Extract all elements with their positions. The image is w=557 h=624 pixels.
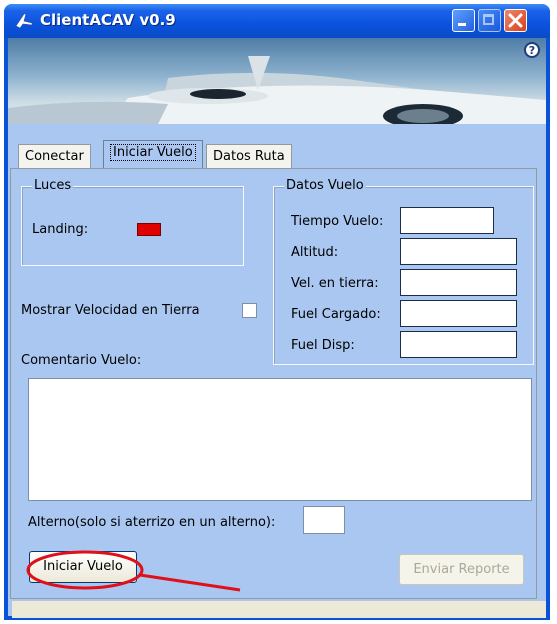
- close-icon: [508, 13, 523, 28]
- comentario-label: Comentario Vuelo:: [21, 353, 142, 368]
- tab-conectar[interactable]: Conectar: [18, 144, 91, 168]
- altitud-label: Altitud:: [291, 245, 339, 260]
- altitud-field[interactable]: [400, 238, 517, 265]
- maximize-button[interactable]: [478, 9, 501, 32]
- iniciar-vuelo-button[interactable]: Iniciar Vuelo: [29, 551, 137, 583]
- mostrar-velocidad-label: Mostrar Velocidad en Tierra: [21, 303, 200, 318]
- datos-vuelo-group: Datos Vuelo Tiempo Vuelo: Altitud: Vel. …: [273, 178, 534, 365]
- tab-iniciar-vuelo[interactable]: Iniciar Vuelo: [103, 140, 203, 169]
- fuel-cargado-label: Fuel Cargado:: [291, 307, 381, 322]
- fuel-cargado-field[interactable]: [400, 300, 517, 327]
- mostrar-velocidad-checkbox[interactable]: [242, 303, 257, 318]
- enviar-reporte-button[interactable]: Enviar Reporte: [399, 554, 524, 585]
- help-icon[interactable]: ?: [524, 42, 540, 58]
- alterno-label: Alterno(solo si aterrizo en un alterno):: [28, 515, 276, 530]
- datos-vuelo-title: Datos Vuelo: [284, 178, 366, 193]
- luces-title: Luces: [32, 178, 74, 193]
- comentario-textarea[interactable]: [28, 378, 532, 501]
- tiempo-vuelo-label: Tiempo Vuelo:: [291, 214, 384, 229]
- title-bar[interactable]: ClientACAV v0.9: [4, 4, 550, 38]
- status-bar: [12, 601, 546, 618]
- airplane-icon: [15, 13, 33, 29]
- airplane-banner-image: ?: [8, 38, 546, 124]
- tab-label: Conectar: [25, 149, 84, 164]
- tab-label: Datos Ruta: [213, 149, 285, 164]
- close-button[interactable]: [504, 9, 527, 32]
- landing-label: Landing:: [32, 222, 89, 237]
- minimize-button[interactable]: [452, 9, 475, 32]
- luces-group: Luces Landing:: [21, 178, 244, 266]
- app-window: ClientACAV v0.9 ? Conectar Iniciar Vuelo: [4, 4, 550, 620]
- vel-tierra-label: Vel. en tierra:: [291, 276, 379, 291]
- airplane-picture: [8, 56, 546, 124]
- tab-label: Iniciar Vuelo: [110, 144, 196, 161]
- tiempo-vuelo-field[interactable]: [400, 207, 494, 234]
- vel-tierra-field[interactable]: [400, 269, 517, 296]
- alterno-field[interactable]: [303, 506, 345, 534]
- landing-light-indicator: [137, 223, 161, 236]
- tab-datos-ruta[interactable]: Datos Ruta: [206, 144, 292, 168]
- window-title: ClientACAV v0.9: [40, 11, 176, 29]
- fuel-disp-field[interactable]: [400, 331, 517, 358]
- fuel-disp-label: Fuel Disp:: [291, 338, 355, 353]
